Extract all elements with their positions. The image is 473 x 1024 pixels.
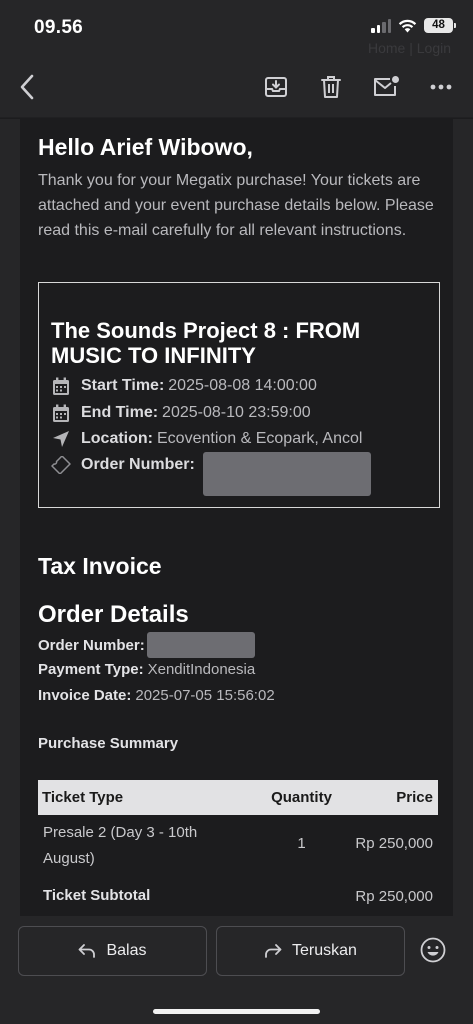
ghost-header-text: Home | Login xyxy=(367,40,451,56)
invoice-date-row: Invoice Date: 2025-07-05 15:56:02 xyxy=(38,687,275,704)
forward-label: Teruskan xyxy=(292,942,357,959)
status-icons: 48 xyxy=(371,18,456,33)
table-row: Presale 2 (Day 3 - 10th August) 1 Rp 250… xyxy=(38,815,438,881)
forward-icon xyxy=(265,944,282,958)
subtotal-label: Ticket Subtotal xyxy=(43,887,151,904)
calendar-icon xyxy=(51,376,71,396)
wifi-icon xyxy=(398,19,417,32)
tax-invoice-heading: Tax Invoice xyxy=(38,553,162,579)
trash-icon xyxy=(321,76,341,98)
payment-type-row: Payment Type: XenditIndonesia xyxy=(38,661,255,678)
reply-button[interactable]: Balas xyxy=(18,926,207,976)
price-cell: Rp 250,000 xyxy=(355,835,433,852)
column-header-quantity: Quantity xyxy=(271,789,332,806)
column-header-price: Price xyxy=(396,789,433,806)
quantity-cell: 1 xyxy=(297,835,306,852)
forward-button[interactable]: Teruskan xyxy=(216,926,405,976)
status-time: 09.56 xyxy=(34,17,84,38)
order-number-detail: Order Number: xyxy=(38,632,255,658)
invoice-date-value: 2025-07-05 15:56:02 xyxy=(135,687,275,704)
end-time-label: End Time: xyxy=(81,404,159,421)
end-time-row: End Time: 2025-08-10 23:59:00 xyxy=(51,402,311,424)
redacted-order-number xyxy=(146,632,255,658)
order-number-detail-label: Order Number: xyxy=(38,636,145,654)
event-title: The Sounds Project 8 : FROM MUSIC TO INF… xyxy=(51,318,361,368)
subtotal-value: Rp 250,000 xyxy=(355,887,433,905)
mail-toolbar xyxy=(0,56,473,118)
end-time-value: 2025-08-10 23:59:00 xyxy=(162,404,311,421)
column-header-ticket-type: Ticket Type xyxy=(42,789,124,806)
status-bar: 09.56 48 Home | Login xyxy=(0,0,473,56)
smiley-icon xyxy=(420,937,446,963)
ticket-type-cell: Presale 2 (Day 3 - 10th August) xyxy=(43,824,198,867)
redacted-order-number xyxy=(203,452,371,496)
cellular-signal-icon xyxy=(371,18,391,33)
mail-unread-icon xyxy=(374,76,399,96)
payment-type-label: Payment Type: xyxy=(38,661,144,678)
archive-button[interactable] xyxy=(259,70,293,104)
order-number-row: Order Number: xyxy=(51,454,199,476)
greeting: Hello Arief Wibowo, xyxy=(38,134,253,160)
location-row: Location: Ecovention & Ecopark, Ancol xyxy=(51,428,362,450)
subtotal-row: Ticket Subtotal Rp 250,000 xyxy=(38,881,438,911)
event-card: The Sounds Project 8 : FROM MUSIC TO INF… xyxy=(38,282,440,508)
battery-icon: 48 xyxy=(424,18,456,33)
order-details-heading: Order Details xyxy=(38,601,189,628)
bottom-action-bar: Balas Teruskan xyxy=(0,916,473,1024)
purchase-summary-heading: Purchase Summary xyxy=(38,735,179,752)
mark-unread-button[interactable] xyxy=(369,70,403,104)
location-value: Ecovention & Ecopark, Ancol xyxy=(157,430,363,447)
calendar-icon xyxy=(51,403,71,423)
location-arrow-icon xyxy=(51,429,71,449)
more-horizontal-icon xyxy=(430,84,452,90)
chevron-left-icon xyxy=(20,74,34,100)
reply-label: Balas xyxy=(106,942,147,959)
invoice-date-label: Invoice Date: xyxy=(38,687,132,704)
email-content[interactable]: Hello Arief Wibowo, Thank you for your M… xyxy=(0,119,473,916)
more-button[interactable] xyxy=(424,70,458,104)
start-time-label: Start Time: xyxy=(81,377,165,394)
location-label: Location: xyxy=(81,430,153,447)
back-button[interactable] xyxy=(10,70,44,104)
payment-type-value: XenditIndonesia xyxy=(147,661,256,678)
ticket-icon xyxy=(51,455,71,475)
reply-icon xyxy=(79,944,96,958)
start-time-row: Start Time: 2025-08-08 14:00:00 xyxy=(51,375,317,397)
email-body: Hello Arief Wibowo, Thank you for your M… xyxy=(20,119,453,916)
archive-icon xyxy=(265,77,287,97)
home-indicator xyxy=(153,1009,320,1014)
start-time-value: 2025-08-08 14:00:00 xyxy=(168,377,317,394)
intro-text: Thank you for your Megatix purchase! You… xyxy=(38,172,434,239)
emoji-reaction-button[interactable] xyxy=(414,931,452,969)
table-header: Ticket Type Quantity Price xyxy=(38,780,438,815)
order-number-label: Order Number: xyxy=(81,456,195,473)
delete-button[interactable] xyxy=(314,70,348,104)
purchase-table: Ticket Type Quantity Price Presale 2 (Da… xyxy=(38,780,438,911)
